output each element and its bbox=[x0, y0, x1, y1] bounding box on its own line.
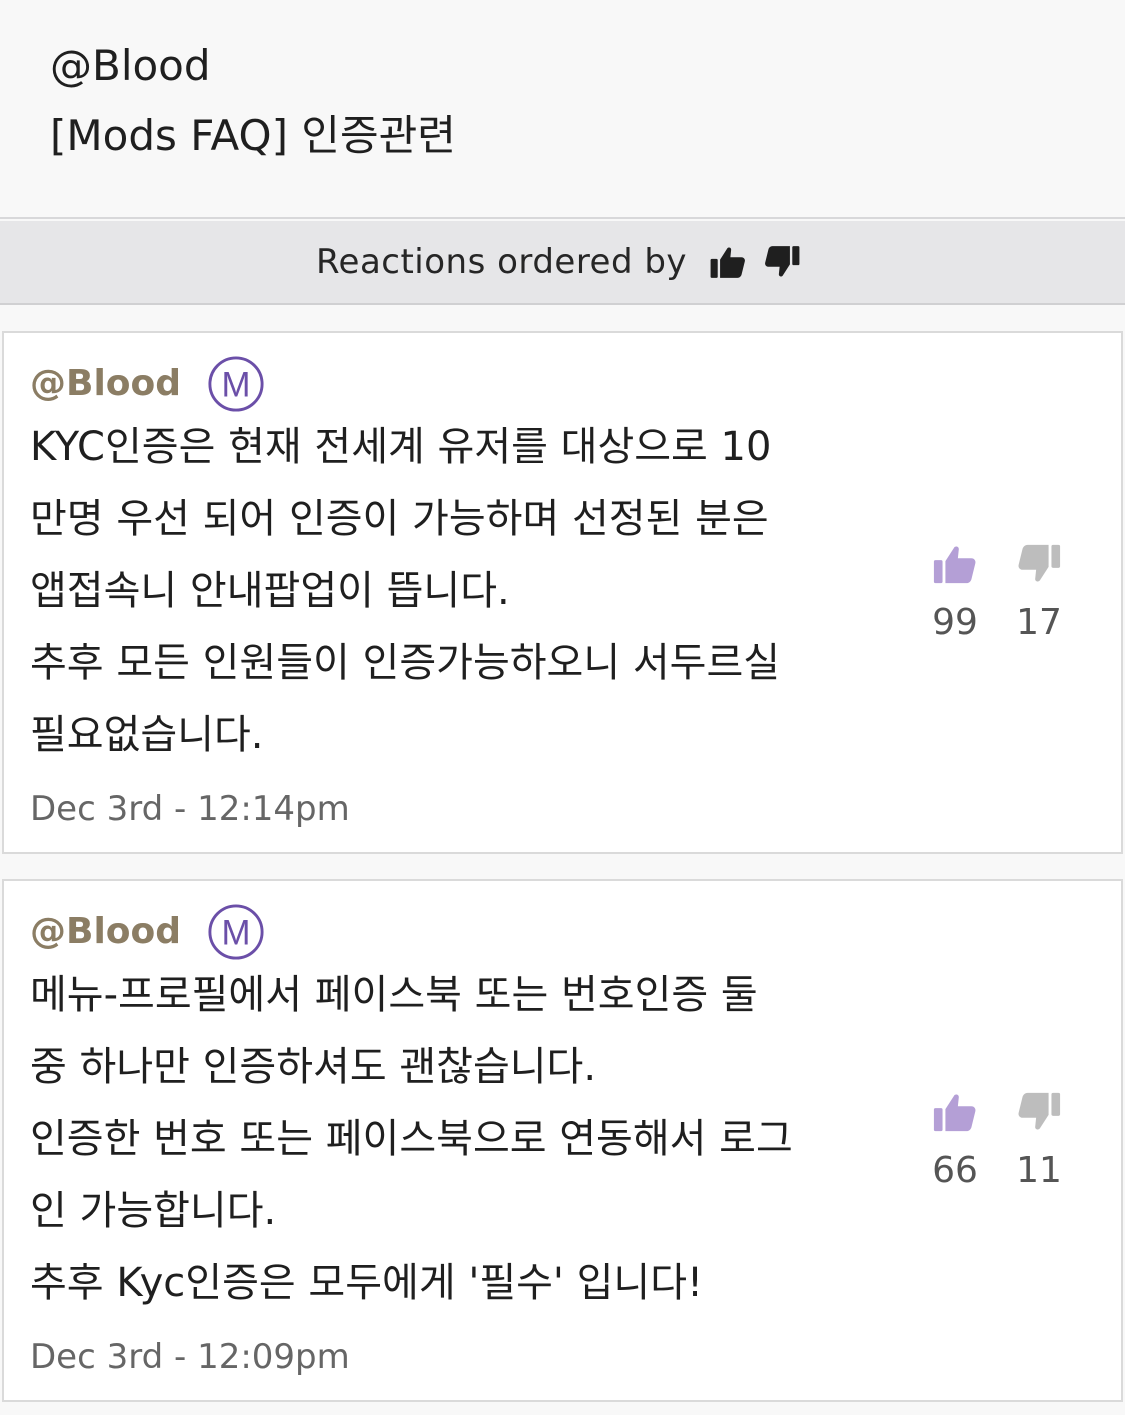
moderator-badge-icon: M bbox=[208, 356, 264, 412]
comment-author-row: @Blood M bbox=[30, 903, 265, 961]
comment-timestamp: Dec 3rd - 12:14pm bbox=[30, 789, 350, 829]
comment-body: 메뉴-프로필에서 페이스북 또는 번호인증 둘 중 하나만 인증하셔도 괜찮습니… bbox=[30, 972, 793, 1306]
thumbs-down-icon[interactable] bbox=[763, 243, 801, 281]
downvote-count: 17 bbox=[1016, 602, 1062, 643]
upvote-count: 99 bbox=[932, 602, 978, 643]
comment-card: @Blood M 메뉴-프로필에서 페이스북 또는 번호인증 둘 중 하나만 인… bbox=[2, 879, 1123, 1402]
comment-author-row: @Blood M bbox=[30, 355, 265, 413]
thread-author[interactable]: @Blood bbox=[50, 38, 211, 94]
comment-timestamp: Dec 3rd - 12:09pm bbox=[30, 1337, 350, 1377]
downvote-button[interactable]: 11 bbox=[1009, 1089, 1069, 1193]
thumbs-up-icon[interactable] bbox=[932, 1089, 978, 1135]
downvote-button[interactable]: 17 bbox=[1009, 541, 1069, 645]
reactions-sort-bar: Reactions ordered by bbox=[0, 221, 1125, 305]
moderator-badge-letter: M bbox=[222, 914, 251, 953]
moderator-badge-icon: M bbox=[208, 904, 264, 960]
upvote-button[interactable]: 99 bbox=[925, 541, 985, 645]
thread-title: [Mods FAQ] 인증관련 bbox=[50, 111, 456, 160]
comment-author[interactable]: @Blood bbox=[30, 360, 181, 408]
comment-body: KYC인증은 현재 전세계 유저를 대상으로 10 만명 우선 되어 인증이 가… bbox=[30, 424, 781, 758]
downvote-count: 11 bbox=[1016, 1150, 1062, 1191]
comment-card: @Blood M KYC인증은 현재 전세계 유저를 대상으로 10 만명 우선… bbox=[2, 331, 1123, 854]
sort-label: Reactions ordered by bbox=[315, 242, 688, 282]
moderator-badge-letter: M bbox=[222, 366, 251, 405]
comment-author[interactable]: @Blood bbox=[30, 908, 181, 956]
upvote-count: 66 bbox=[932, 1150, 978, 1191]
thumbs-up-icon[interactable] bbox=[709, 243, 747, 281]
thumbs-up-icon[interactable] bbox=[932, 541, 978, 587]
thread-header: @Blood [Mods FAQ] 인증관련 bbox=[0, 0, 1125, 219]
thumbs-down-icon[interactable] bbox=[1016, 541, 1062, 587]
thumbs-down-icon[interactable] bbox=[1016, 1089, 1062, 1135]
upvote-button[interactable]: 66 bbox=[925, 1089, 985, 1193]
